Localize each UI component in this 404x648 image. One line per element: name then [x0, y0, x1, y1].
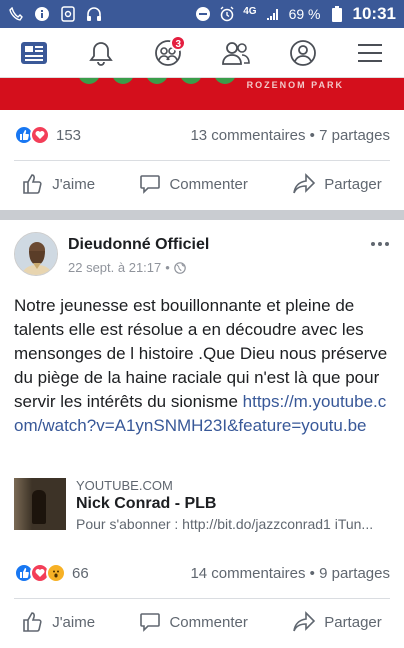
share-button[interactable]: Partager: [292, 611, 382, 633]
share-icon: [293, 611, 316, 632]
more-options-button[interactable]: [370, 230, 390, 282]
comments-shares-count[interactable]: 13 commentaires • 7 partages: [190, 127, 390, 144]
signal-icon: [265, 6, 281, 22]
like-button[interactable]: J'aime: [22, 173, 95, 195]
notification-badge: 3: [170, 34, 187, 51]
post2-action-bar: J'aime Commenter Partager: [0, 599, 404, 645]
nav-friend-requests[interactable]: 3: [148, 33, 188, 73]
link-preview[interactable]: YOUTUBE.COM Nick Conrad - PLB Pour s'abo…: [14, 478, 390, 536]
headphones-icon: [86, 6, 102, 22]
banner-decoration: [78, 78, 236, 84]
avatar[interactable]: [14, 232, 58, 276]
post-author[interactable]: Dieudonné Officiel: [68, 236, 209, 254]
preview-title: Nick Conrad - PLB: [76, 495, 217, 512]
missed-call-icon: [8, 6, 24, 22]
video-thumbnail: [14, 478, 66, 530]
share-button[interactable]: Partager: [292, 173, 382, 195]
info-icon: [34, 6, 50, 22]
nav-notifications[interactable]: [81, 33, 121, 73]
banner-text: ROZENOM PARK: [246, 80, 344, 90]
reaction-icons[interactable]: [14, 125, 50, 145]
post2-reactions-bar: 66 14 commentaires • 9 partages: [14, 560, 390, 586]
comment-button[interactable]: Commenter: [139, 173, 248, 195]
nav-friends[interactable]: [216, 33, 256, 73]
battery-icon: [329, 6, 345, 22]
nav-menu[interactable]: [350, 33, 390, 73]
battery-percentage: 69 %: [288, 6, 321, 22]
profile-icon: [290, 39, 316, 66]
comments-shares-count[interactable]: 14 commentaires • 9 partages: [190, 565, 390, 582]
messenger-app-icon: [60, 6, 76, 22]
status-bar: 4G 69 % 10:31: [0, 0, 404, 28]
menu-icon: [358, 43, 383, 62]
globe-icon: [174, 261, 186, 274]
clock: 10:31: [352, 4, 396, 23]
love-reaction-icon: [30, 125, 50, 145]
post-date[interactable]: 22 sept. à 21:17 •: [68, 260, 209, 275]
reaction-count[interactable]: 66: [72, 565, 89, 582]
more-icon: [371, 242, 389, 246]
preview-description: Pour s'abonner : http://bit.do/jazzconra…: [76, 516, 374, 532]
network-type: 4G: [243, 5, 257, 17]
post1-action-bar: J'aime Commenter Partager: [0, 161, 404, 207]
nav-news-feed[interactable]: [14, 33, 54, 73]
do-not-disturb-icon: [195, 6, 211, 22]
previous-post-image[interactable]: ROZENOM PARK: [0, 78, 404, 110]
comment-icon: [140, 613, 161, 632]
top-navigation: 3: [0, 28, 404, 78]
thumbs-up-icon: [23, 174, 42, 194]
comment-icon: [140, 175, 161, 194]
reaction-icons[interactable]: [14, 563, 66, 583]
wow-reaction-icon: [46, 563, 66, 583]
reaction-count[interactable]: 153: [56, 127, 81, 144]
news-feed-icon: [20, 41, 47, 64]
preview-domain: YOUTUBE.COM: [76, 478, 173, 493]
comment-button[interactable]: Commenter: [139, 611, 248, 633]
post-text: Notre jeunesse est bouillonnante et plei…: [14, 296, 388, 435]
like-button[interactable]: J'aime: [22, 611, 95, 633]
bell-icon: [89, 41, 113, 66]
thumbs-up-icon: [23, 612, 42, 632]
alarm-icon: [219, 6, 235, 22]
nav-profile[interactable]: [283, 33, 323, 73]
share-icon: [293, 173, 316, 194]
feed-separator: [0, 210, 404, 220]
post2-header: Dieudonné Officiel 22 sept. à 21:17 •: [14, 232, 390, 282]
friends-icon: [221, 41, 250, 65]
post1-reactions-bar: 153 13 commentaires • 7 partages: [14, 122, 390, 148]
